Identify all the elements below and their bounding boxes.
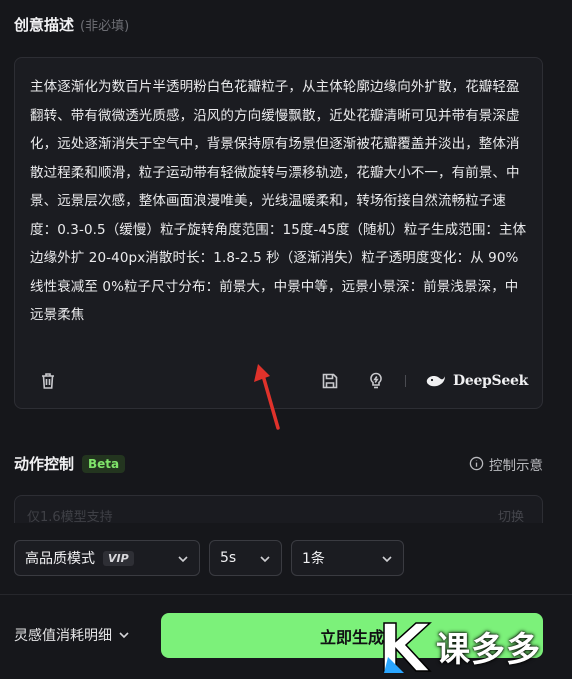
- count-select[interactable]: 1条: [291, 540, 404, 576]
- action-control-title: 动作控制: [14, 455, 75, 473]
- footer-divider: [0, 594, 572, 595]
- control-demo-label: 控制示意: [489, 457, 543, 474]
- credits-detail-dropdown[interactable]: 灵感值消耗明细: [14, 625, 130, 645]
- vip-badge: VIP: [103, 550, 134, 566]
- generate-button[interactable]: 立即生成: [161, 613, 543, 658]
- quality-select[interactable]: 高品质模式 VIP: [14, 540, 200, 576]
- optional-hint: (非必填): [80, 19, 130, 34]
- chevron-down-icon: [382, 556, 392, 563]
- count-value: 1条: [302, 551, 325, 567]
- chevron-down-icon: [178, 556, 188, 563]
- creative-title: 创意描述: [14, 16, 75, 34]
- lightbulb-icon[interactable]: [363, 368, 389, 394]
- beta-badge: Beta: [82, 454, 126, 473]
- chevron-down-icon: [119, 632, 129, 639]
- info-icon: [469, 456, 484, 471]
- action-control-header: 动作控制 Beta 控制示意: [14, 453, 543, 474]
- switch-button[interactable]: 切换: [498, 506, 524, 523]
- description-textarea[interactable]: 主体逐渐化为数百片半透明粉白色花瓣粒子，从主体轮廓边缘向外扩散，花瓣轻盈翻转、带…: [14, 57, 543, 409]
- duration-select[interactable]: 5s: [209, 540, 282, 576]
- textarea-toolbar: DeepSeek: [15, 368, 542, 394]
- creative-header: 创意描述 (非必填): [14, 14, 129, 35]
- whale-icon: [426, 376, 445, 387]
- credits-label: 灵感值消耗明细: [14, 628, 112, 644]
- deepseek-button[interactable]: DeepSeek: [425, 368, 528, 394]
- save-icon[interactable]: [317, 368, 343, 394]
- model-support-note: 仅1.6模型支持: [27, 510, 113, 523]
- control-demo-link[interactable]: 控制示意: [469, 454, 543, 474]
- duration-value: 5s: [220, 550, 237, 566]
- action-model-bar: 仅1.6模型支持 切换: [14, 495, 543, 523]
- quality-value: 高品质模式: [25, 551, 95, 567]
- toolbar-divider: [405, 375, 406, 387]
- deepseek-label: DeepSeek: [453, 373, 528, 389]
- chevron-down-icon: [260, 556, 270, 563]
- trash-icon[interactable]: [35, 368, 61, 394]
- description-text[interactable]: 主体逐渐化为数百片半透明粉白色花瓣粒子，从主体轮廓边缘向外扩散，花瓣轻盈翻转、带…: [30, 73, 528, 330]
